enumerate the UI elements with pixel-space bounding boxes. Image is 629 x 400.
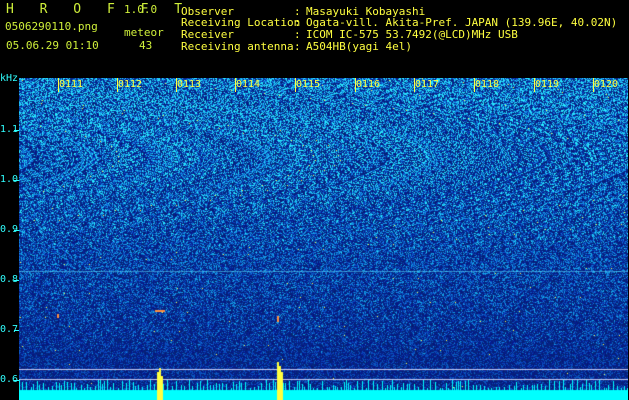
time-label: 0117 [415,79,440,90]
time-label: 0114 [236,79,261,90]
info-sep: : [294,40,301,53]
y-tick-mark [14,130,19,131]
info-value-antenna: A504HB(yagi 4el) [306,40,412,53]
meteor-label: meteor [124,26,164,39]
time-label: 0116 [356,79,381,90]
time-label: 0118 [475,79,500,90]
y-axis-unit: kHz [0,73,19,84]
y-tick-mark [14,380,19,381]
y-tick-mark [14,180,19,181]
time-label: 0111 [59,79,84,90]
time-label: 0115 [296,79,321,90]
frequency-axis: kHz 1.1 1.0 0.9 0.8 0.7 0.6 [0,74,19,400]
time-label: 0120 [594,79,619,90]
meteor-count: 43 [139,39,153,52]
time-label: 0112 [118,79,143,90]
capture-datetime: 05.06.29 01:10 [6,39,99,52]
file-name: 0506290110.png [5,20,98,33]
app-version: 1.0.0 [124,3,158,16]
app-title: H R O F F T [6,2,192,17]
y-tick-mark [14,280,19,281]
time-label: 0113 [177,79,202,90]
time-label: 0119 [535,79,560,90]
y-tick-mark [14,230,19,231]
spectrogram-plot [19,78,628,400]
info-label-antenna: Receiving antenna [181,40,294,53]
y-tick-mark [14,330,19,331]
header-panel: H R O F F T 1.0.0 0506290110.png meteor … [0,0,629,78]
